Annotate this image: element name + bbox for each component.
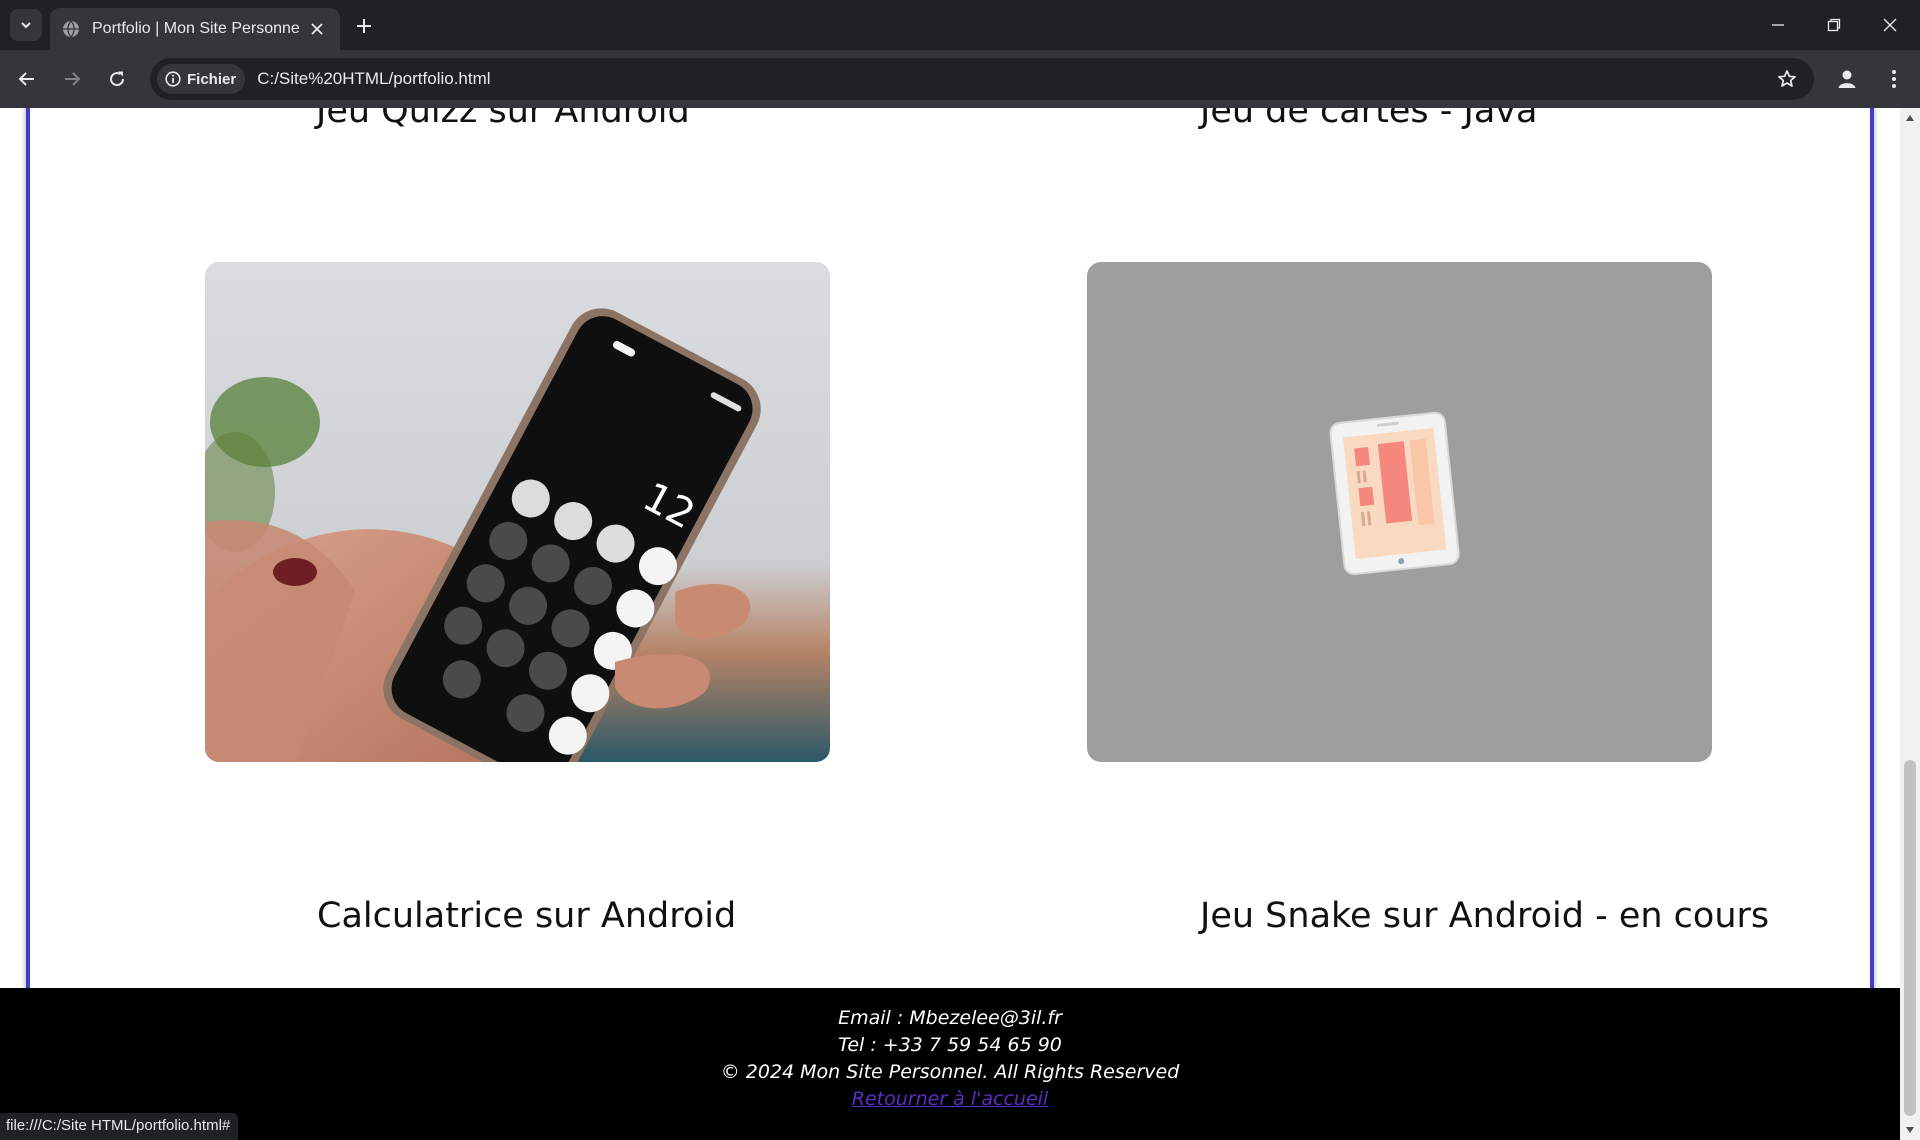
triangle-down-icon — [1906, 1127, 1914, 1133]
globe-icon — [63, 20, 79, 38]
tab-strip: Portfolio | Mon Site Personnel — [0, 0, 1920, 50]
restore-icon — [1827, 18, 1841, 32]
browser-menu-button[interactable] — [1878, 63, 1910, 95]
url-text: C:/Site%20HTML/portfolio.html — [257, 69, 491, 88]
snake-project-image[interactable] — [1087, 262, 1712, 762]
minimize-button[interactable] — [1750, 0, 1806, 50]
page-scrollbar[interactable] — [1900, 108, 1920, 1140]
arrow-left-icon — [18, 72, 34, 86]
tab-search-button[interactable] — [10, 9, 42, 41]
home-link[interactable]: Retourner à l'accueil — [852, 1088, 1048, 1110]
scroll-up-button[interactable] — [1900, 108, 1920, 128]
forward-button[interactable] — [56, 63, 88, 95]
close-icon — [311, 23, 323, 35]
browser-tab[interactable]: Portfolio | Mon Site Personnel — [50, 8, 340, 50]
reload-button[interactable] — [101, 63, 133, 95]
new-tab-button[interactable] — [350, 12, 378, 40]
image-placeholder-tablet-icon — [1329, 411, 1460, 576]
plus-icon — [357, 19, 371, 33]
star-icon — [1778, 70, 1796, 87]
minimize-icon — [1772, 24, 1784, 26]
bookmark-button[interactable] — [1774, 66, 1800, 92]
scroll-down-button[interactable] — [1900, 1120, 1920, 1140]
more-vertical-icon — [1892, 70, 1896, 88]
scroll-thumb[interactable] — [1904, 760, 1916, 1116]
avatar-icon — [1838, 70, 1856, 88]
footer-email: Email : Mbezelee@3il.fr — [838, 1007, 1062, 1029]
close-window-button[interactable] — [1862, 0, 1918, 50]
tab-title: Portfolio | Mon Site Personnel — [92, 20, 300, 37]
info-icon — [165, 71, 181, 87]
portfolio-card: Jeu Quizz sur Android Jeu de cartes - Ja… — [26, 108, 1874, 1071]
chevron-down-icon — [21, 22, 31, 29]
calculator-project-image[interactable]: 12 — [205, 262, 830, 762]
back-button[interactable] — [11, 63, 43, 95]
arrow-right-icon — [65, 72, 81, 86]
close-icon — [1883, 18, 1897, 32]
site-chip-label: Fichier — [187, 70, 237, 88]
browser-toolbar: Fichier C:/Site%20HTML/portfolio.html — [0, 50, 1920, 108]
calculator-phone-photo: 12 — [205, 262, 830, 762]
site-footer: Email : Mbezelee@3il.fr Tel : +33 7 59 5… — [0, 988, 1900, 1140]
status-url-bubble: file:///C:/Site HTML/portfolio.html# — [0, 1113, 239, 1140]
close-tab-button[interactable] — [306, 18, 328, 40]
footer-copyright: © 2024 Mon Site Personnel. All Rights Re… — [720, 1061, 1180, 1083]
triangle-up-icon — [1906, 115, 1914, 121]
project-title-calculatrice: Calculatrice sur Android — [317, 896, 737, 936]
restore-button[interactable] — [1806, 0, 1862, 50]
project-title-snake: Jeu Snake sur Android - en cours — [1200, 896, 1770, 936]
page-viewport: Jeu Quizz sur Android Jeu de cartes - Ja… — [0, 108, 1900, 1140]
footer-phone: Tel : +33 7 59 54 65 90 — [838, 1034, 1062, 1056]
address-bar[interactable]: Fichier C:/Site%20HTML/portfolio.html — [150, 58, 1814, 100]
profile-button[interactable] — [1831, 63, 1863, 95]
reload-icon — [110, 71, 125, 87]
project-title-quizz: Jeu Quizz sur Android — [316, 108, 690, 131]
project-title-cartes: Jeu de cartes - Java — [1200, 108, 1538, 131]
site-info-chip[interactable]: Fichier — [157, 64, 246, 94]
